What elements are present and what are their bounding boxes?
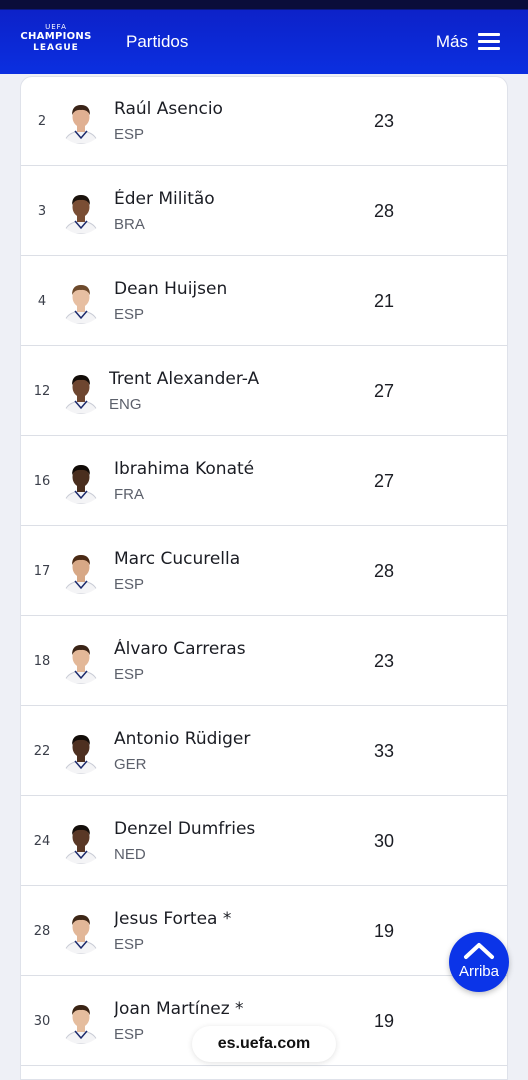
player-name: Álvaro Carreras — [114, 639, 246, 659]
player-age: 28 — [373, 560, 395, 581]
player-age: 21 — [373, 290, 395, 311]
player-row[interactable]: 17 Marc Cucurella ESP 28 — [21, 526, 507, 616]
player-avatar — [58, 998, 104, 1044]
player-row[interactable]: 22 Antonio Rüdiger GER 33 — [21, 706, 507, 796]
player-avatar — [58, 638, 104, 684]
player-avatar — [58, 818, 104, 864]
player-row[interactable]: 2 Raúl Asencio ESP 23 — [21, 77, 507, 166]
player-number: 16 — [33, 473, 51, 489]
player-avatar — [58, 908, 104, 954]
player-nationality: ESP — [114, 576, 145, 593]
player-avatar — [58, 368, 104, 414]
player-row[interactable]: 24 Denzel Dumfries NED 30 — [21, 796, 507, 886]
squad-list: 2 Raúl Asencio ESP 23 3 Éder Militão BRA 28 4 Dea… — [20, 76, 508, 1080]
nav-matches-link[interactable]: Partidos — [126, 32, 188, 52]
player-number: 24 — [33, 833, 51, 849]
top-navigation-bar: UEFA CHAMPIONS LEAGUE Partidos Más — [0, 0, 528, 74]
player-nationality: ESP — [114, 1026, 145, 1043]
player-nationality: GER — [114, 756, 147, 773]
player-number: 12 — [33, 383, 51, 399]
player-row[interactable]: 28 Jesus Fortea * ESP 19 — [21, 886, 507, 976]
back-to-top-button[interactable]: Arriba — [449, 932, 509, 992]
more-menu-button[interactable]: Más — [436, 32, 500, 52]
player-age: 28 — [373, 200, 395, 221]
player-nationality: FRA — [114, 486, 144, 503]
logo-line-2: LEAGUE — [33, 43, 79, 53]
player-nationality: ESP — [114, 126, 145, 143]
player-name: Trent Alexander-A — [109, 369, 260, 389]
player-age: 33 — [373, 740, 395, 761]
player-name: Ibrahima Konaté — [114, 459, 255, 479]
champions-league-logo[interactable]: UEFA CHAMPIONS LEAGUE — [18, 23, 94, 59]
player-row[interactable]: 4 Dean Huijsen ESP 21 — [21, 256, 507, 346]
player-age: 19 — [373, 920, 395, 941]
player-row[interactable]: 16 Ibrahima Konaté FRA 27 — [21, 436, 507, 526]
player-nationality: ESP — [114, 306, 145, 323]
logo-line-1: CHAMPIONS — [20, 31, 92, 42]
player-age: 27 — [373, 380, 395, 401]
player-avatar — [58, 278, 104, 324]
player-name: Éder Militão — [114, 189, 215, 209]
player-number: 4 — [37, 293, 47, 309]
player-name: Dean Huijsen — [114, 279, 228, 299]
url-pill: es.uefa.com — [192, 1026, 336, 1062]
logo-uefa-text: UEFA — [45, 23, 67, 31]
player-row[interactable]: 12 Trent Alexander-A ENG 27 — [21, 346, 507, 436]
player-nationality: ENG — [109, 396, 142, 413]
player-name: Denzel Dumfries — [114, 819, 256, 839]
player-nationality: BRA — [114, 216, 145, 233]
player-name: Antonio Rüdiger — [114, 729, 251, 749]
player-number: 3 — [37, 203, 47, 219]
player-number: 18 — [33, 653, 51, 669]
player-avatar — [58, 458, 104, 504]
player-avatar — [58, 98, 104, 144]
player-avatar — [58, 728, 104, 774]
player-avatar — [58, 188, 104, 234]
player-age: 23 — [373, 110, 395, 131]
player-age: 30 — [373, 830, 395, 851]
player-age: 27 — [373, 470, 395, 491]
player-nationality: ESP — [114, 936, 145, 953]
player-nationality: NED — [114, 846, 146, 863]
player-name: Joan Martínez * — [114, 999, 244, 1019]
player-name: Jesus Fortea * — [114, 909, 232, 929]
player-number: 22 — [33, 743, 51, 759]
hamburger-icon — [478, 33, 500, 51]
back-to-top-label: Arriba — [458, 963, 499, 980]
chevron-up-icon — [464, 943, 494, 959]
player-nationality: ESP — [114, 666, 145, 683]
player-avatar — [58, 548, 104, 594]
player-row[interactable]: 18 Álvaro Carreras ESP 23 — [21, 616, 507, 706]
player-name: Marc Cucurella — [114, 549, 241, 569]
more-label: Más — [435, 32, 468, 51]
player-number: 17 — [33, 563, 51, 579]
player-age: 19 — [373, 1010, 395, 1031]
player-number: 30 — [33, 1013, 51, 1029]
player-age: 23 — [373, 650, 395, 671]
player-row[interactable]: 3 Éder Militão BRA 28 — [21, 166, 507, 256]
player-name: Raúl Asencio — [114, 99, 223, 119]
player-number: 2 — [37, 113, 47, 129]
player-number: 28 — [33, 923, 51, 939]
